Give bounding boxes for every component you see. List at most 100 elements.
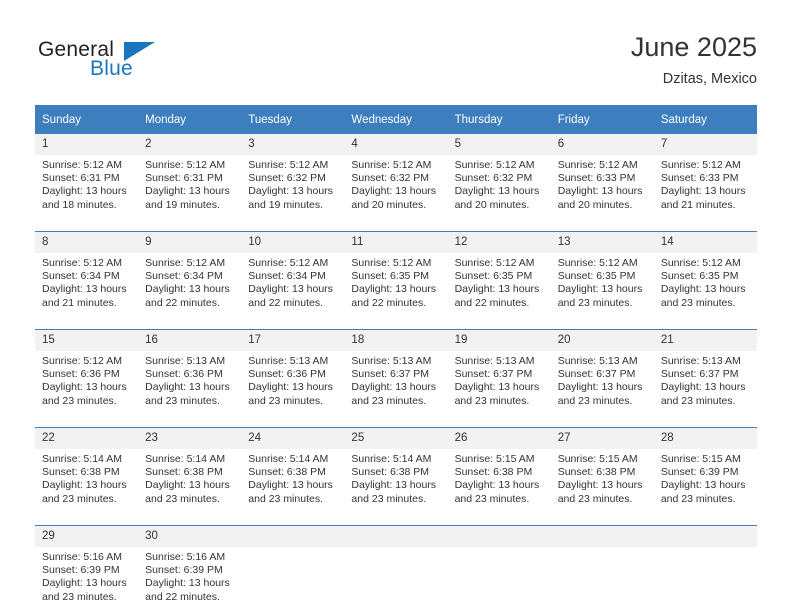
calendar-day-cell[interactable]: 24Sunrise: 5:14 AMSunset: 6:38 PMDayligh… xyxy=(241,428,344,518)
sunset-text: Sunset: 6:37 PM xyxy=(558,368,648,381)
daylight-text-line1: Daylight: 13 hours xyxy=(558,283,648,296)
calendar-day-cell[interactable]: 1Sunrise: 5:12 AMSunset: 6:31 PMDaylight… xyxy=(35,134,138,223)
sunrise-text: Sunrise: 5:12 AM xyxy=(455,159,545,172)
day-number: 5 xyxy=(448,134,551,155)
weekday-header-friday: Friday xyxy=(551,105,654,134)
calendar-day-cell[interactable]: 12Sunrise: 5:12 AMSunset: 6:35 PMDayligh… xyxy=(448,232,551,322)
calendar-day-cell[interactable]: 25Sunrise: 5:14 AMSunset: 6:38 PMDayligh… xyxy=(344,428,447,518)
calendar-day-cell[interactable]: 29Sunrise: 5:16 AMSunset: 6:39 PMDayligh… xyxy=(35,526,138,615)
calendar-body: 1Sunrise: 5:12 AMSunset: 6:31 PMDaylight… xyxy=(35,134,757,615)
weekday-header-thursday: Thursday xyxy=(448,105,551,134)
general-blue-logo[interactable]: General Blue xyxy=(38,38,238,86)
calendar-day-cell[interactable]: 11Sunrise: 5:12 AMSunset: 6:35 PMDayligh… xyxy=(344,232,447,322)
day-details: Sunrise: 5:12 AMSunset: 6:35 PMDaylight:… xyxy=(448,253,551,310)
daylight-text-line2: and 23 minutes. xyxy=(455,395,545,408)
daylight-text-line2: and 23 minutes. xyxy=(248,395,338,408)
daylight-text-line1: Daylight: 13 hours xyxy=(248,283,338,296)
calendar-day-cell[interactable]: 4Sunrise: 5:12 AMSunset: 6:32 PMDaylight… xyxy=(344,134,447,223)
daylight-text-line1: Daylight: 13 hours xyxy=(248,381,338,394)
daylight-text-line1: Daylight: 13 hours xyxy=(661,381,751,394)
day-details: Sunrise: 5:12 AMSunset: 6:36 PMDaylight:… xyxy=(35,351,138,408)
daylight-text-line2: and 23 minutes. xyxy=(351,493,441,506)
daylight-text-line2: and 22 minutes. xyxy=(145,591,235,604)
calendar-day-cell[interactable]: 18Sunrise: 5:13 AMSunset: 6:37 PMDayligh… xyxy=(344,330,447,420)
calendar-day-cell[interactable]: 7Sunrise: 5:12 AMSunset: 6:33 PMDaylight… xyxy=(654,134,757,223)
sunrise-text: Sunrise: 5:16 AM xyxy=(145,551,235,564)
daylight-text-line1: Daylight: 13 hours xyxy=(145,479,235,492)
calendar-day-cell[interactable]: 8Sunrise: 5:12 AMSunset: 6:34 PMDaylight… xyxy=(35,232,138,322)
calendar-empty-cell xyxy=(448,526,551,615)
calendar-day-cell[interactable]: 15Sunrise: 5:12 AMSunset: 6:36 PMDayligh… xyxy=(35,330,138,420)
day-number: 6 xyxy=(551,134,654,155)
daylight-text-line2: and 18 minutes. xyxy=(42,199,132,212)
daylight-text-line1: Daylight: 13 hours xyxy=(351,185,441,198)
sunset-text: Sunset: 6:34 PM xyxy=(145,270,235,283)
sunrise-text: Sunrise: 5:12 AM xyxy=(248,159,338,172)
calendar-day-cell[interactable]: 26Sunrise: 5:15 AMSunset: 6:38 PMDayligh… xyxy=(448,428,551,518)
calendar-day-cell[interactable]: 13Sunrise: 5:12 AMSunset: 6:35 PMDayligh… xyxy=(551,232,654,322)
calendar-day-cell[interactable]: 20 Sunrise: 5:13 AMSunset: 6:37 PMDayligh… xyxy=(551,330,654,420)
sunset-text: Sunset: 6:39 PM xyxy=(145,564,235,577)
calendar-day-cell[interactable]: 2Sunrise: 5:12 AMSunset: 6:31 PMDaylight… xyxy=(138,134,241,223)
sunrise-text: Sunrise: 5:12 AM xyxy=(145,159,235,172)
sunrise-text: Sunrise: 5:13 AM xyxy=(455,355,545,368)
sunset-text: Sunset: 6:35 PM xyxy=(455,270,545,283)
daylight-text-line1: Daylight: 13 hours xyxy=(558,381,648,394)
day-number: 2 xyxy=(138,134,241,155)
daylight-text-line2: and 21 minutes. xyxy=(42,297,132,310)
sunrise-text: Sunrise: 5:12 AM xyxy=(558,257,648,270)
sunset-text: Sunset: 6:37 PM xyxy=(455,368,545,381)
day-number: 20 xyxy=(551,330,654,351)
daylight-text-line1: Daylight: 13 hours xyxy=(558,479,648,492)
daylight-text-line1: Daylight: 13 hours xyxy=(42,283,132,296)
week-spacer xyxy=(35,517,757,526)
calendar-day-cell[interactable]: 3Sunrise: 5:12 AMSunset: 6:32 PMDaylight… xyxy=(241,134,344,223)
day-number: 9 xyxy=(138,232,241,253)
calendar-day-cell[interactable]: 17Sunrise: 5:13 AMSunset: 6:36 PMDayligh… xyxy=(241,330,344,420)
sunrise-text: Sunrise: 5:16 AM xyxy=(42,551,132,564)
sunset-text: Sunset: 6:39 PM xyxy=(42,564,132,577)
daylight-text-line2: and 22 minutes. xyxy=(351,297,441,310)
calendar-day-cell[interactable]: 22Sunrise: 5:14 AMSunset: 6:38 PMDayligh… xyxy=(35,428,138,518)
calendar-day-cell[interactable]: 10Sunrise: 5:12 AMSunset: 6:34 PMDayligh… xyxy=(241,232,344,322)
calendar-day-cell[interactable]: 27Sunrise: 5:15 AMSunset: 6:38 PMDayligh… xyxy=(551,428,654,518)
sunset-text: Sunset: 6:34 PM xyxy=(248,270,338,283)
week-spacer xyxy=(35,321,757,330)
daylight-text-line2: and 23 minutes. xyxy=(42,395,132,408)
sunrise-text: Sunrise: 5:12 AM xyxy=(455,257,545,270)
sunrise-text: Sunrise: 5:13 AM xyxy=(558,355,648,368)
week-spacer-cell xyxy=(35,517,757,526)
calendar-day-cell[interactable]: 21Sunrise: 5:13 AMSunset: 6:37 PMDayligh… xyxy=(654,330,757,420)
calendar-day-cell[interactable]: 14Sunrise: 5:12 AMSunset: 6:35 PMDayligh… xyxy=(654,232,757,322)
calendar-day-cell[interactable]: 19Sunrise: 5:13 AMSunset: 6:37 PMDayligh… xyxy=(448,330,551,420)
calendar-day-cell[interactable]: 28Sunrise: 5:15 AMSunset: 6:39 PMDayligh… xyxy=(654,428,757,518)
sunrise-text: Sunrise: 5:14 AM xyxy=(248,453,338,466)
sunrise-text: Sunrise: 5:15 AM xyxy=(558,453,648,466)
calendar-day-cell[interactable]: 16Sunrise: 5:13 AMSunset: 6:36 PMDayligh… xyxy=(138,330,241,420)
day-number: 21 xyxy=(654,330,757,351)
calendar-week-row: 22Sunrise: 5:14 AMSunset: 6:38 PMDayligh… xyxy=(35,428,757,518)
calendar-day-cell[interactable]: 5Sunrise: 5:12 AMSunset: 6:32 PMDaylight… xyxy=(448,134,551,223)
sunrise-text: Sunrise: 5:14 AM xyxy=(351,453,441,466)
daylight-text-line2: and 23 minutes. xyxy=(661,297,751,310)
day-number: 11 xyxy=(344,232,447,253)
daylight-text-line2: and 23 minutes. xyxy=(558,297,648,310)
calendar-day-cell[interactable]: 30Sunrise: 5:16 AMSunset: 6:39 PMDayligh… xyxy=(138,526,241,615)
sunset-text: Sunset: 6:38 PM xyxy=(248,466,338,479)
day-number: 1 xyxy=(35,134,138,155)
week-spacer-cell xyxy=(35,223,757,232)
daylight-text-line1: Daylight: 13 hours xyxy=(145,381,235,394)
day-number: 10 xyxy=(241,232,344,253)
calendar-day-cell[interactable]: 23Sunrise: 5:14 AMSunset: 6:38 PMDayligh… xyxy=(138,428,241,518)
day-number xyxy=(654,526,757,547)
calendar-day-cell[interactable]: 9Sunrise: 5:12 AMSunset: 6:34 PMDaylight… xyxy=(138,232,241,322)
sunset-text: Sunset: 6:36 PM xyxy=(42,368,132,381)
sunset-text: Sunset: 6:35 PM xyxy=(558,270,648,283)
week-spacer xyxy=(35,223,757,232)
calendar-empty-cell xyxy=(654,526,757,615)
calendar-day-cell[interactable]: 6Sunrise: 5:12 AMSunset: 6:33 PMDaylight… xyxy=(551,134,654,223)
daylight-text-line1: Daylight: 13 hours xyxy=(351,283,441,296)
sunset-text: Sunset: 6:38 PM xyxy=(145,466,235,479)
sunrise-text: Sunrise: 5:12 AM xyxy=(558,159,648,172)
day-number: 18 xyxy=(344,330,447,351)
